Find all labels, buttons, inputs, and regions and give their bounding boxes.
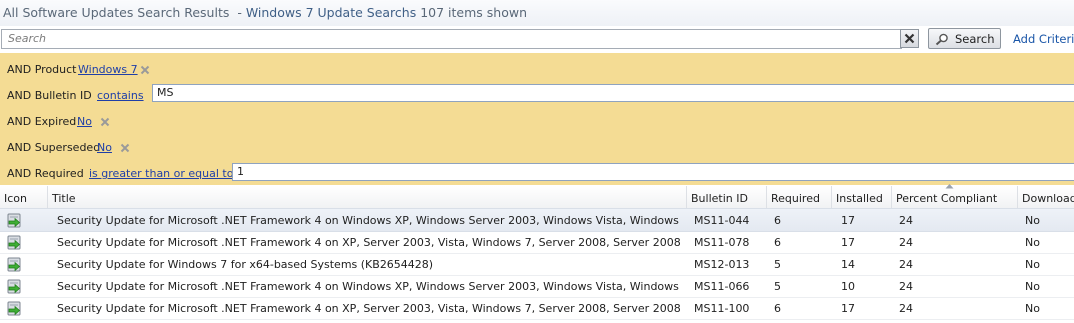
update-package-icon: [7, 301, 21, 316]
column-header-icon[interactable]: Icon: [0, 186, 48, 208]
required-cell: 6: [774, 214, 781, 227]
criteria-label: AND Bulletin ID: [7, 89, 92, 102]
close-icon: [904, 33, 915, 44]
installed-cell: 17: [841, 302, 855, 315]
search-input[interactable]: Search: [1, 29, 902, 49]
bulletin-id-cell: MS12-013: [694, 258, 750, 271]
installed-cell: 17: [841, 236, 855, 249]
required-cell: 6: [774, 236, 781, 249]
criteria-operator-link[interactable]: is greater than or equal to: [89, 167, 233, 180]
required-cell: 6: [774, 302, 781, 315]
column-header-required[interactable]: Required: [767, 186, 832, 208]
criteria-label: AND Superseded: [7, 141, 101, 154]
item-count: 107 items shown: [420, 5, 527, 20]
required-cell: 5: [774, 280, 781, 293]
bulletin-id-cell: MS11-078: [694, 236, 750, 249]
remove-criteria-icon[interactable]: [120, 143, 130, 153]
required-cell: 5: [774, 258, 781, 271]
search-button-label: Search: [955, 32, 995, 46]
criteria-panel: AND Product Windows 7 AND Bulletin ID co…: [0, 53, 1074, 185]
bulletin-id-cell: MS11-066: [694, 280, 750, 293]
table-row[interactable]: Security Update for Microsoft .NET Frame…: [0, 208, 1074, 232]
search-bar: Search Search Add Criteria: [0, 26, 1074, 53]
title-cell: Security Update for Microsoft .NET Frame…: [57, 302, 682, 315]
title-cell: Security Update for Microsoft .NET Frame…: [57, 214, 682, 227]
downloaded-cell: No: [1025, 214, 1040, 227]
criteria-value-link[interactable]: No: [77, 115, 92, 128]
percent-compliant-cell: 24: [899, 258, 913, 271]
update-package-icon: [7, 235, 21, 250]
percent-compliant-cell: 24: [899, 302, 913, 315]
saved-search-name: Windows 7 Update Searchs: [245, 5, 417, 20]
percent-compliant-cell: 24: [899, 280, 913, 293]
criteria-row-product: AND Product Windows 7: [0, 53, 1074, 79]
criteria-row-required: AND Required is greater than or equal to…: [0, 157, 1074, 183]
search-button[interactable]: Search: [928, 28, 1001, 49]
remove-criteria-icon[interactable]: [140, 65, 150, 75]
criteria-label: AND Required: [7, 167, 84, 180]
installed-cell: 17: [841, 214, 855, 227]
criteria-row-superseded: AND Superseded No: [0, 131, 1074, 157]
table-row[interactable]: Security Update for Microsoft .NET Frame…: [0, 275, 1074, 298]
downloaded-cell: No: [1025, 258, 1040, 271]
criteria-row-expired: AND Expired No: [0, 105, 1074, 131]
criteria-operator-link[interactable]: contains: [97, 89, 144, 102]
installed-cell: 14: [841, 258, 855, 271]
results-title: All Software Updates Search Results - Wi…: [3, 5, 527, 20]
node-title: All Software Updates Search Results: [3, 5, 230, 20]
downloaded-cell: No: [1025, 236, 1040, 249]
criteria-value-link[interactable]: No: [97, 141, 112, 154]
criteria-row-bulletin-id: AND Bulletin ID contains MS: [0, 79, 1074, 105]
title-cell: Security Update for Microsoft .NET Frame…: [57, 280, 682, 293]
downloaded-cell: No: [1025, 280, 1040, 293]
downloaded-cell: No: [1025, 302, 1040, 315]
percent-compliant-cell: 24: [899, 236, 913, 249]
table-row[interactable]: Security Update for Microsoft .NET Frame…: [0, 231, 1074, 254]
criteria-label: AND Expired: [7, 115, 77, 128]
criteria-label: AND Product: [7, 63, 77, 76]
column-header-percent-compliant[interactable]: Percent Compliant: [892, 184, 1018, 208]
sort-ascending-icon: [945, 184, 954, 189]
criteria-value-link[interactable]: Windows 7: [78, 63, 138, 76]
column-header-bulletin-id[interactable]: Bulletin ID: [687, 186, 767, 208]
table-row[interactable]: Security Update for Microsoft .NET Frame…: [0, 297, 1074, 320]
bulletin-id-cell: MS11-044: [694, 214, 750, 227]
title-cell: Security Update for Windows 7 for x64-ba…: [57, 258, 434, 271]
remove-criteria-icon[interactable]: [100, 117, 110, 127]
bulletin-id-field[interactable]: MS: [152, 84, 1074, 102]
clear-search-button[interactable]: [900, 29, 919, 48]
title-cell: Security Update for Microsoft .NET Frame…: [57, 236, 682, 249]
required-value-field[interactable]: 1: [232, 163, 1074, 181]
bulletin-id-cell: MS11-100: [694, 302, 750, 315]
update-package-icon: [7, 213, 21, 228]
installed-cell: 10: [841, 280, 855, 293]
column-header-downloaded[interactable]: Downloaded: [1018, 186, 1074, 208]
update-package-icon: [7, 257, 21, 272]
results-header: All Software Updates Search Results - Wi…: [0, 0, 1074, 27]
table-row[interactable]: Security Update for Windows 7 for x64-ba…: [0, 253, 1074, 276]
percent-compliant-cell: 24: [899, 214, 913, 227]
column-header-label: Percent Compliant: [896, 192, 998, 205]
search-icon: [935, 33, 948, 46]
title-separator: -: [237, 5, 242, 20]
update-package-icon: [7, 279, 21, 294]
add-criteria-link[interactable]: Add Criteria: [1013, 32, 1074, 46]
column-header-title[interactable]: Title: [48, 186, 687, 208]
results-table-header: Icon Title Bulletin ID Required Installe…: [0, 184, 1074, 209]
column-header-installed[interactable]: Installed: [832, 186, 892, 208]
